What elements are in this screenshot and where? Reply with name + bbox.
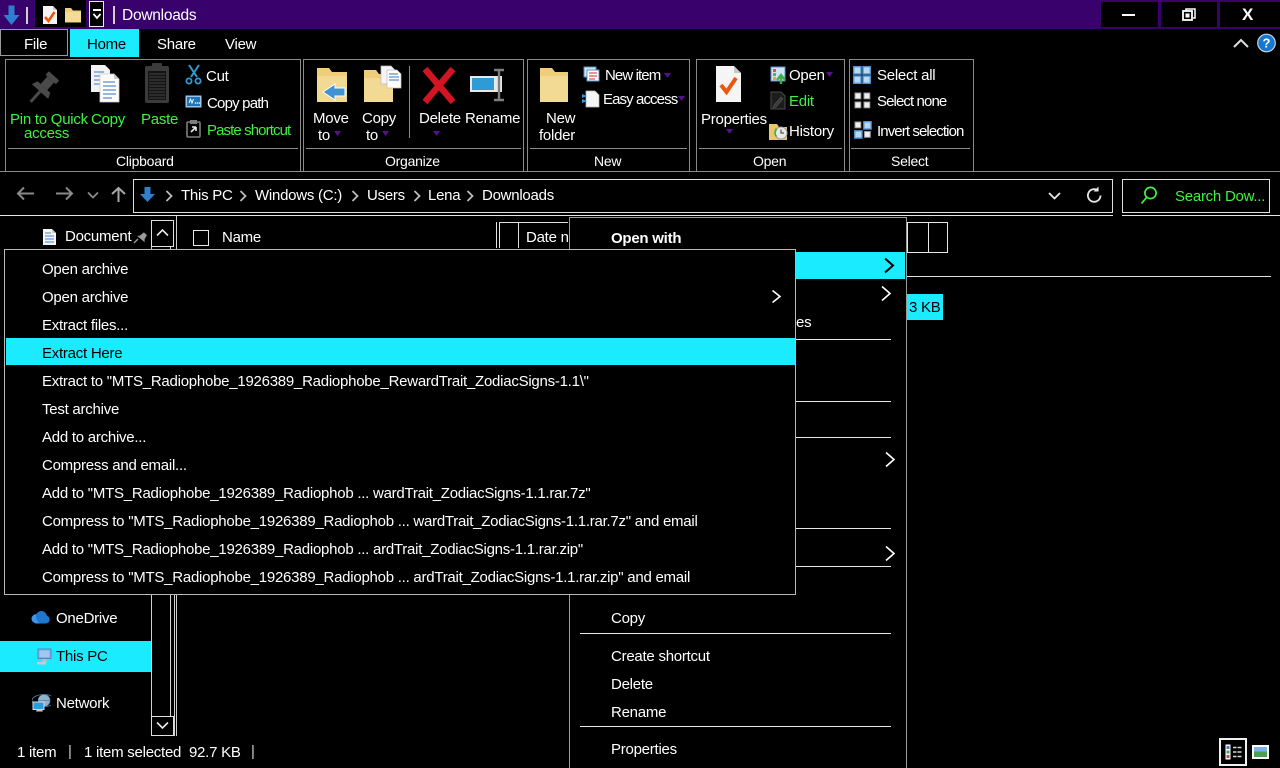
svg-text:?: ?: [1263, 36, 1271, 51]
